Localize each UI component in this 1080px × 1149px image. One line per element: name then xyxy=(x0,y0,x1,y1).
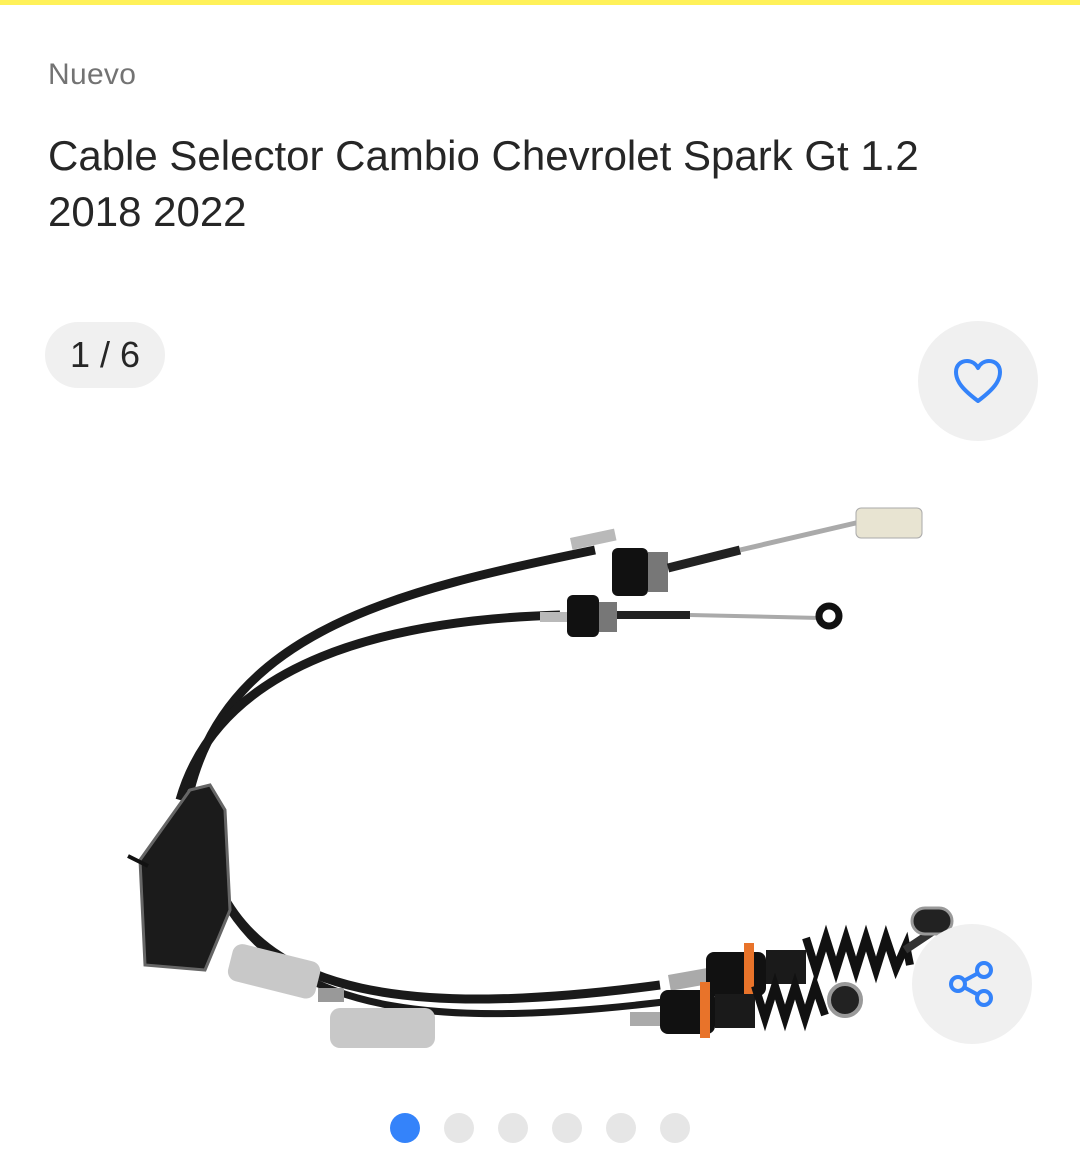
pagination-dot[interactable] xyxy=(444,1113,474,1143)
item-condition: Nuevo xyxy=(48,58,137,91)
pagination-dot[interactable] xyxy=(660,1113,690,1143)
image-counter: 1 / 6 xyxy=(45,322,165,388)
image-gallery[interactable]: 1 / 6 xyxy=(0,300,1080,1100)
heart-icon xyxy=(954,359,1002,403)
pagination-dot[interactable] xyxy=(390,1113,420,1143)
item-title: Cable Selector Cambio Chevrolet Spark Gt… xyxy=(48,132,919,235)
product-image[interactable] xyxy=(100,390,1000,1090)
share-button[interactable] xyxy=(912,924,1032,1044)
pagination-dot[interactable] xyxy=(552,1113,582,1143)
pagination-dots xyxy=(0,1112,1080,1144)
pagination-dot[interactable] xyxy=(498,1113,528,1143)
pagination-dot[interactable] xyxy=(606,1113,636,1143)
favorite-button[interactable] xyxy=(918,321,1038,441)
top-brand-strip xyxy=(0,0,1080,5)
share-icon xyxy=(949,961,993,1007)
